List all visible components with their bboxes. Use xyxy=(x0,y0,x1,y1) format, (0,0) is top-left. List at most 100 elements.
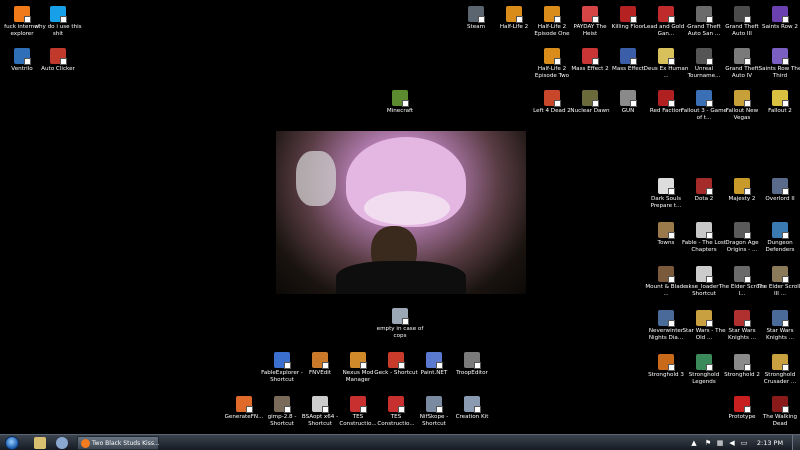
windows-orb-icon xyxy=(5,436,19,450)
desktop-icon-label: Saints Row The Third xyxy=(758,66,800,79)
dragon-age-icon xyxy=(734,222,751,239)
fnvedit-icon xyxy=(312,352,329,369)
prototype-icon xyxy=(734,396,751,413)
skype-icon xyxy=(50,6,67,23)
network-icon[interactable]: ▦ xyxy=(716,439,724,447)
desktop-icon[interactable]: why do i use this shit xyxy=(34,6,82,38)
paint-net-icon xyxy=(426,352,443,369)
neverwinter-icon xyxy=(658,310,675,327)
desktop[interactable]: fuck internet explorer why do i use this … xyxy=(0,0,800,434)
desktop-icon[interactable]: Minecraft xyxy=(376,90,424,115)
desktop-icon[interactable]: Creation Kit xyxy=(448,396,496,421)
speaker-icon[interactable]: ◀ xyxy=(728,439,736,447)
desktop-icon-label: Star Wars Knights ... xyxy=(765,328,795,341)
desktop-icon[interactable]: The Walking Dead xyxy=(756,396,800,428)
monitor-icon[interactable]: ▭ xyxy=(740,439,748,447)
desktop-icon-label: Saints Row 2 xyxy=(762,24,798,30)
generate-icon xyxy=(236,396,253,413)
stronghold-icon xyxy=(658,354,675,371)
desktop-icon-label: Auto Clicker xyxy=(41,66,75,72)
left4dead-icon xyxy=(544,90,561,107)
desktop-icon[interactable]: The Elder Scrolls III ... xyxy=(756,266,800,298)
stronghold-icon xyxy=(734,354,751,371)
chevron-up-icon[interactable]: ▲ xyxy=(690,439,698,447)
desktop-icon-label: Overlord II xyxy=(765,196,795,202)
creation-kit-icon xyxy=(464,396,481,413)
lead-and-gold-icon xyxy=(658,6,675,23)
majesty-icon xyxy=(734,178,751,195)
gta-icon xyxy=(734,48,751,65)
desktop-icon[interactable]: Saints Row The Third xyxy=(756,48,800,80)
desktop-icon[interactable]: Star Wars Knights ... xyxy=(756,310,800,342)
mass-effect-icon xyxy=(582,48,599,65)
gta-icon xyxy=(696,6,713,23)
elder-scrolls-icon xyxy=(772,266,789,283)
gta-icon xyxy=(734,6,751,23)
saints-row-icon xyxy=(772,6,789,23)
desktop-icon[interactable]: Saints Row 2 xyxy=(756,6,800,31)
fallout-icon xyxy=(772,90,789,107)
start-button[interactable] xyxy=(2,435,22,450)
steam-icon xyxy=(468,6,485,23)
elder-scrolls-icon xyxy=(734,266,751,283)
half-life-icon xyxy=(544,48,561,65)
desktop-icon[interactable]: Auto Clicker xyxy=(34,48,82,73)
geck-icon xyxy=(388,352,405,369)
deus-ex-icon xyxy=(658,48,675,65)
fallout-icon xyxy=(696,90,713,107)
tes-construction-icon xyxy=(350,396,367,413)
recycle-bin-icon xyxy=(392,308,409,325)
taskbar-item-label: Two Black Studs Kiss... xyxy=(92,440,160,447)
star-wars-icon xyxy=(734,310,751,327)
desktop-icon[interactable]: empty in case of cops xyxy=(376,308,424,340)
minecraft-icon xyxy=(392,90,409,107)
desktop-icon[interactable]: Overlord II xyxy=(756,178,800,203)
flag-icon[interactable]: ⚑ xyxy=(704,439,712,447)
desktop-icon-label: The Elder Scrolls III ... xyxy=(756,284,800,297)
desktop-icon-label: empty in case of cops xyxy=(376,326,424,339)
unreal-icon xyxy=(696,48,713,65)
killing-floor-icon xyxy=(620,6,637,23)
desktop-icon-label: Dungeon Defenders xyxy=(765,240,795,253)
taskbar-item-browser[interactable]: Two Black Studs Kiss... xyxy=(77,436,160,450)
walking-dead-icon xyxy=(772,396,789,413)
payday-icon xyxy=(582,6,599,23)
fallout-icon xyxy=(734,90,751,107)
desktop-icon-label: The Walking Dead xyxy=(762,414,798,427)
desktop-icon[interactable]: Dungeon Defenders xyxy=(756,222,800,254)
desktop-icon[interactable]: Stronghold Crusader ... xyxy=(756,354,800,386)
dota-icon xyxy=(696,178,713,195)
stronghold-icon xyxy=(696,354,713,371)
editor-icon xyxy=(464,352,481,369)
desktop-icon-label: Creation Kit xyxy=(455,414,489,420)
nifskope-icon xyxy=(426,396,443,413)
red-faction-icon xyxy=(658,90,675,107)
mass-effect-icon xyxy=(620,48,637,65)
folder-icon[interactable] xyxy=(34,437,46,449)
shortcut-icon xyxy=(658,178,675,195)
mount-blade-icon xyxy=(658,266,675,283)
show-desktop-button[interactable] xyxy=(792,435,800,450)
star-wars-icon xyxy=(772,310,789,327)
desktop-icon-label: Fallout 2 xyxy=(768,108,792,114)
media-player-icon[interactable] xyxy=(56,437,68,449)
ventrilo-icon xyxy=(14,48,31,65)
gun-icon xyxy=(620,90,637,107)
half-life-icon xyxy=(506,6,523,23)
desktop-icon-label: TroopEditor xyxy=(456,370,488,376)
desktop-icon[interactable]: TroopEditor xyxy=(448,352,496,377)
nuclear-dawn-icon xyxy=(582,90,599,107)
shortcut-icon xyxy=(274,352,291,369)
cursor-icon xyxy=(50,48,67,65)
saints-row-icon xyxy=(772,48,789,65)
firefox-icon xyxy=(14,6,31,23)
stronghold-icon xyxy=(772,354,789,371)
wallpaper-photo xyxy=(276,131,526,294)
fable-icon xyxy=(696,222,713,239)
firefox-icon xyxy=(81,439,90,448)
shortcut-icon xyxy=(312,396,329,413)
star-wars-icon xyxy=(696,310,713,327)
tes-construction-icon xyxy=(388,396,405,413)
clock[interactable]: 2:13 PM xyxy=(752,435,788,450)
desktop-icon[interactable]: Fallout 2 xyxy=(756,90,800,115)
